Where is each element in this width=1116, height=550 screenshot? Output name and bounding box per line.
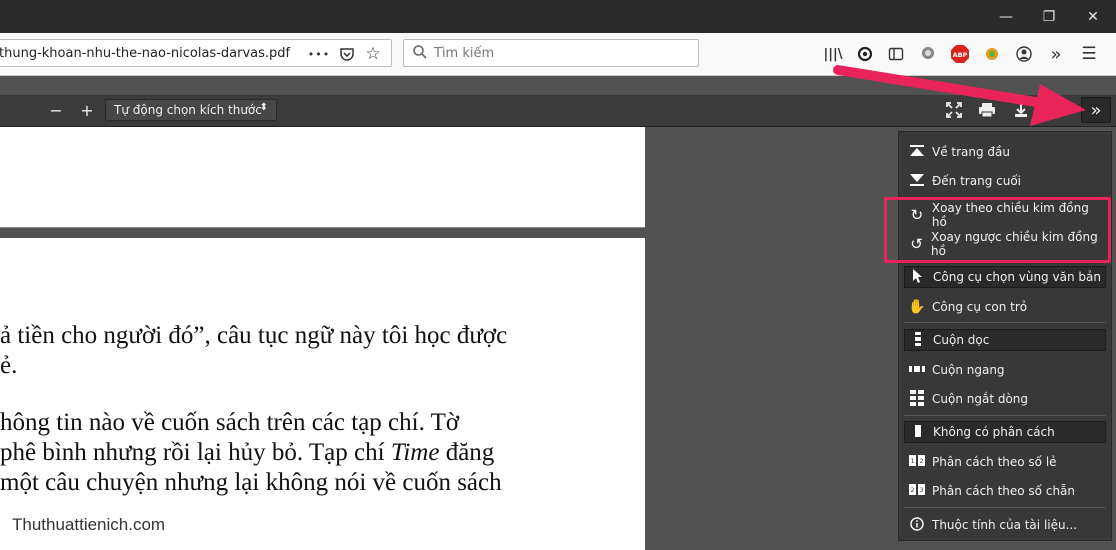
single-page-icon [909,424,927,440]
highlight-box [884,197,1111,263]
pocket-icon[interactable] [337,44,357,64]
title-bar: — ❐ ✕ [0,0,1116,33]
adblock-icon[interactable]: ABP [949,43,971,65]
svg-text:2: 2 [920,458,924,465]
pdf-page [0,238,645,550]
text-line: hông tin nào về cuốn sách trên các tạp c… [0,409,460,436]
zoom-in-button[interactable]: + [76,99,98,121]
horizontal-scroll-icon [908,363,926,377]
menu-item-vertical-scroll[interactable]: Cuộn dọc [904,329,1106,351]
account-icon[interactable] [1013,43,1035,65]
svg-text:ABP: ABP [953,51,968,59]
pdf-page [0,127,645,228]
menu-label: Về trang đầu [932,145,1011,159]
text-line: một câu chuyện nhưng lại không nói về cu… [0,469,502,496]
restore-button[interactable]: ❐ [1026,0,1072,33]
menu-label: Không có phân cách [933,425,1055,439]
even-spreads-icon: 23 [908,484,926,498]
chat-extension-icon[interactable] [917,43,939,65]
url-bar[interactable]: thung-khoan-nhu-the-nao-nicolas-darvas.p… [0,39,392,67]
svg-text:2: 2 [911,487,915,494]
bookmark-star-icon[interactable]: ☆ [363,44,383,64]
menu-item-text-select[interactable]: Công cụ chọn vùng văn bản [904,266,1106,288]
menu-label: Phân cách theo số chẵn [932,484,1076,498]
tools-button[interactable]: » [1081,97,1111,123]
secondary-toolbar-menu: Về trang đầu Đến trang cuối ↻ Xoay theo … [898,131,1112,541]
sidebar-icon[interactable] [885,43,907,65]
extension-icon[interactable] [981,43,1003,65]
search-icon [412,44,428,64]
restore-icon: ❐ [1042,8,1056,25]
menu-label: Công cụ con trỏ [932,300,1028,314]
menu-label: Đến trang cuối [932,174,1022,188]
pdf-toolbar: − + Tự động chọn kích thước ⬍ [0,95,1116,127]
menu-item-odd-spreads[interactable]: 12 Phân cách theo số lẻ [904,451,1106,473]
print-icon[interactable] [976,99,998,121]
library-icon[interactable]: |||\ [822,43,844,65]
wrapped-scroll-icon [908,389,926,409]
svg-text:1: 1 [911,458,915,465]
text-segment: phê bình nhưng rồi lại hủy bỏ. Tạp chí [0,439,391,466]
odd-spreads-icon: 12 [908,455,926,469]
info-icon [908,516,926,534]
minimize-icon: — [999,8,1013,25]
menu-item-first-page[interactable]: Về trang đầu [904,141,1106,163]
menu-label: Thuộc tính của tài liệu... [932,518,1078,532]
close-icon: ✕ [1087,8,1099,25]
menu-label: Cuộn ngang [932,363,1005,377]
url-text: thung-khoan-nhu-the-nao-nicolas-darvas.p… [0,46,291,61]
last-page-icon [908,173,926,189]
italic-text: Time [390,439,440,466]
menu-item-wrapped-scroll[interactable]: Cuộn ngắt dòng [904,388,1106,410]
menu-item-even-spreads[interactable]: 23 Phân cách theo số chẵn [904,480,1106,502]
menu-separator [904,322,1106,323]
text-line: ẻ. [0,352,18,379]
double-chevron-icon: » [1090,99,1102,121]
search-input[interactable]: Tìm kiếm [403,39,699,67]
menu-label: Phân cách theo số lẻ [932,455,1057,469]
hand-icon: ✋ [908,299,926,315]
menu-label: Công cụ chọn vùng văn bản [933,270,1101,284]
menu-item-document-properties[interactable]: Thuộc tính của tài liệu... [904,514,1106,536]
page-actions-button[interactable]: ••• [308,44,329,64]
vertical-scroll-icon [909,331,927,349]
menu-label: Cuộn ngắt dòng [932,392,1029,406]
cursor-icon [909,268,927,286]
first-page-icon [908,144,926,160]
menu-separator [904,415,1106,416]
presentation-mode-icon[interactable] [943,99,965,121]
select-arrow-icon: ⬍ [259,102,268,113]
zoom-value: Tự động chọn kích thước [114,103,262,117]
text-line: ả tiền cho người đó”, câu tục ngữ này tô… [0,322,508,349]
menu-separator [904,507,1106,508]
zoom-out-button[interactable]: − [45,99,67,121]
close-window-button[interactable]: ✕ [1070,0,1116,33]
zoom-select[interactable]: Tự động chọn kích thước ⬍ [105,99,277,121]
search-placeholder: Tìm kiếm [434,46,495,61]
menu-item-horizontal-scroll[interactable]: Cuộn ngang [904,359,1106,381]
minimize-button[interactable]: — [983,0,1029,33]
sync-icon[interactable] [854,43,876,65]
menu-label: Cuộn dọc [933,333,990,347]
menu-item-last-page[interactable]: Đến trang cuối [904,170,1106,192]
nav-bar: thung-khoan-nhu-the-nao-nicolas-darvas.p… [0,33,1116,76]
menu-item-hand-tool[interactable]: ✋ Công cụ con trỏ [904,296,1106,318]
hamburger-menu-icon[interactable]: ☰ [1078,43,1100,65]
svg-text:3: 3 [920,487,924,494]
text-segment: đăng [439,439,495,466]
overflow-chevron-icon[interactable]: » [1045,43,1067,65]
download-icon[interactable] [1010,99,1032,121]
menu-item-no-spreads[interactable]: Không có phân cách [904,421,1106,443]
watermark: Thuthuattienich.com [12,515,166,534]
text-line: phê bình nhưng rồi lại hủy bỏ. Tạp chí T… [0,439,494,467]
